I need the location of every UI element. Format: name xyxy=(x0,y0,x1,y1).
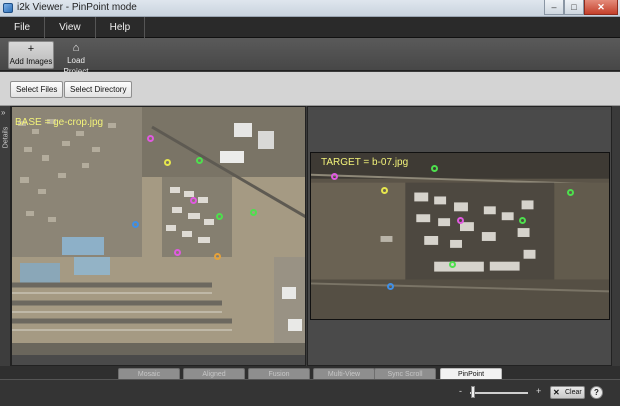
status-bar: - + ✕ Clear ? xyxy=(0,379,620,406)
pin-point-marker[interactable] xyxy=(567,189,574,196)
app-icon xyxy=(3,3,13,13)
toolbar: + Add Images ⌂ Load Project xyxy=(0,38,620,76)
window-controls: – □ ✕ xyxy=(544,0,618,16)
base-image-viewport[interactable]: BASE = ge-crop.jpg xyxy=(12,107,305,355)
menu-bar: File View Help xyxy=(0,17,620,38)
close-button[interactable]: ✕ xyxy=(584,0,618,15)
menu-file[interactable]: File xyxy=(0,17,46,38)
select-directory-button[interactable]: Select Directory xyxy=(64,81,133,98)
expand-details-icon[interactable]: » xyxy=(1,108,5,117)
app-window: i2k Viewer - PinPoint mode – □ ✕ File Vi… xyxy=(0,0,620,406)
pin-point-marker[interactable] xyxy=(387,283,394,290)
base-image-caption: BASE = ge-crop.jpg xyxy=(15,117,104,128)
clear-label: Clear xyxy=(565,389,582,396)
pin-point-marker[interactable] xyxy=(174,249,181,256)
select-files-button[interactable]: Select Files xyxy=(10,81,64,98)
zoom-out-icon[interactable]: - xyxy=(459,386,462,396)
tab-multi-view[interactable]: Multi-View xyxy=(313,368,375,379)
load-project-icon: ⌂ xyxy=(72,42,80,54)
zoom-slider-handle[interactable] xyxy=(471,386,475,398)
pin-point-marker[interactable] xyxy=(250,209,257,216)
maximize-button[interactable]: □ xyxy=(564,0,584,15)
load-project-button[interactable]: ⌂ Load Project xyxy=(56,41,96,76)
details-side-tab[interactable]: » Details xyxy=(0,106,11,366)
tab-mosaic[interactable]: Mosaic xyxy=(118,368,180,379)
pin-point-marker[interactable] xyxy=(519,217,526,224)
pin-point-marker[interactable] xyxy=(431,165,438,172)
plus-icon: + xyxy=(27,43,35,55)
pin-point-marker[interactable] xyxy=(147,135,154,142)
tab-sync-scroll[interactable]: Sync Scroll xyxy=(374,368,436,379)
clear-x-icon: ✕ xyxy=(553,388,560,397)
pin-point-marker[interactable] xyxy=(190,197,197,204)
add-images-label: Add Images xyxy=(9,57,53,66)
tab-pinpoint[interactable]: PinPoint xyxy=(440,368,502,379)
file-selection-bar: Select Files Select Directory xyxy=(0,72,620,106)
details-label: Details xyxy=(2,126,10,149)
base-image-panel[interactable]: BASE = ge-crop.jpg xyxy=(11,106,306,366)
target-image-caption: TARGET = b-07.jpg xyxy=(321,157,409,168)
base-aerial-image xyxy=(12,107,305,355)
target-image-viewport[interactable]: TARGET = b-07.jpg xyxy=(310,152,610,320)
pin-point-marker[interactable] xyxy=(214,253,221,260)
add-images-button[interactable]: + Add Images xyxy=(8,41,54,69)
view-mode-tabs: Mosaic Aligned Fusion Multi-View Sync Sc… xyxy=(0,366,620,379)
pin-point-marker[interactable] xyxy=(449,261,456,268)
pin-point-marker[interactable] xyxy=(381,187,388,194)
pin-point-marker[interactable] xyxy=(331,173,338,180)
minimize-button[interactable]: – xyxy=(544,0,564,15)
pin-point-marker[interactable] xyxy=(457,217,464,224)
window-title: i2k Viewer - PinPoint mode xyxy=(17,2,137,13)
menu-help[interactable]: Help xyxy=(96,17,146,38)
help-icon[interactable]: ? xyxy=(590,386,603,399)
zoom-slider-track[interactable] xyxy=(470,392,528,394)
pin-point-marker[interactable] xyxy=(196,157,203,164)
menu-view[interactable]: View xyxy=(45,17,96,38)
pin-point-marker[interactable] xyxy=(216,213,223,220)
zoom-in-icon[interactable]: + xyxy=(536,386,541,396)
target-aerial-image xyxy=(311,153,609,319)
pin-point-marker[interactable] xyxy=(164,159,171,166)
tab-fusion[interactable]: Fusion xyxy=(248,368,310,379)
clear-button[interactable]: ✕ Clear xyxy=(550,386,585,399)
title-bar: i2k Viewer - PinPoint mode – □ ✕ xyxy=(0,0,620,17)
pin-point-marker[interactable] xyxy=(132,221,139,228)
tab-aligned[interactable]: Aligned xyxy=(183,368,245,379)
target-image-panel[interactable]: TARGET = b-07.jpg xyxy=(307,106,612,366)
